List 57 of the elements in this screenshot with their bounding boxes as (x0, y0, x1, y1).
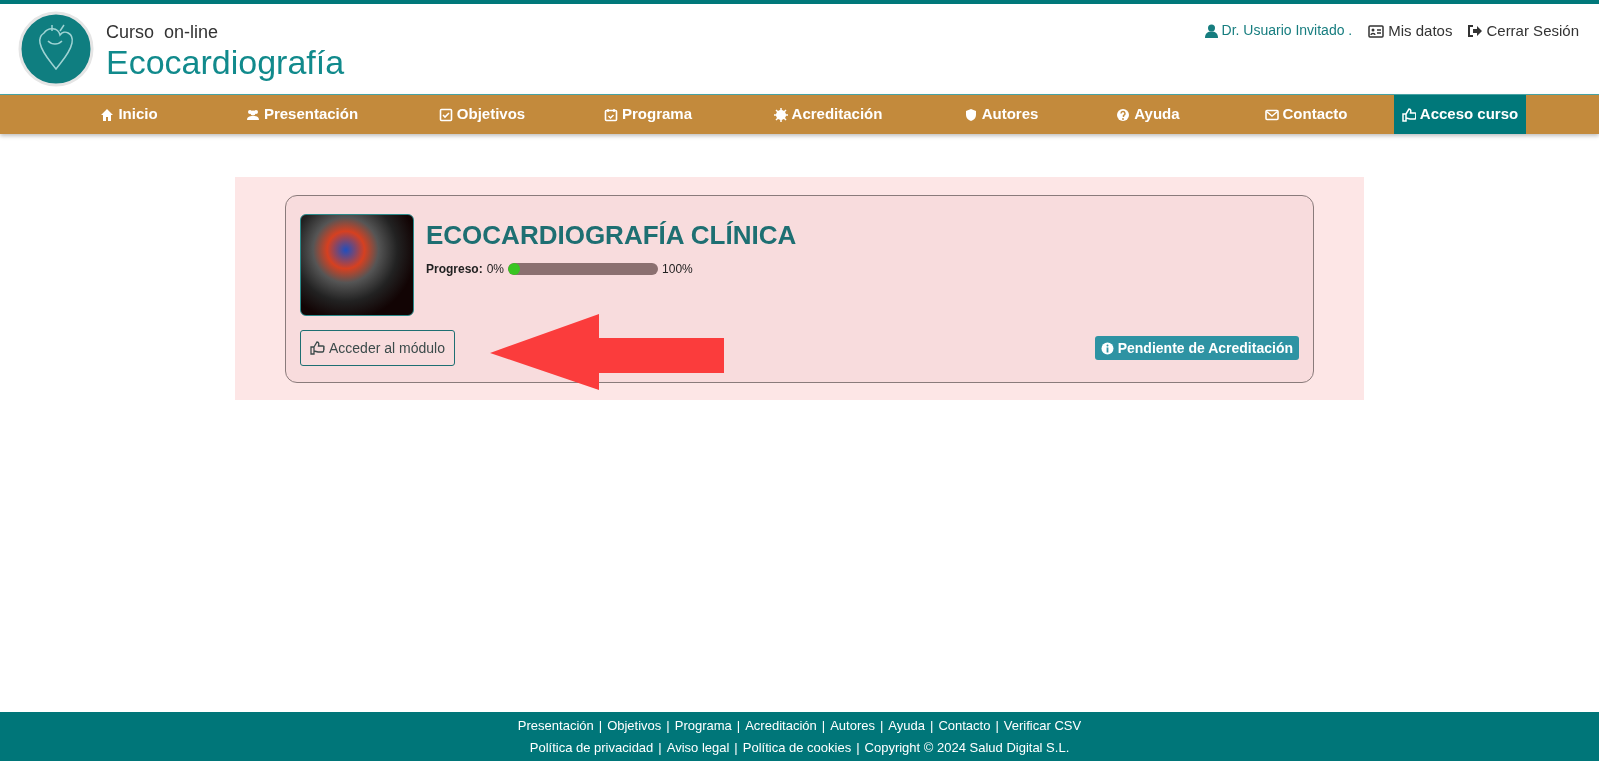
separator: | (658, 741, 662, 754)
user-icon (1204, 23, 1218, 38)
nav-tab[interactable]: Acreditación (732, 95, 924, 134)
course-title: Ecocardiografía (106, 45, 345, 79)
status-badge: Pendiente de Acreditación (1094, 336, 1299, 360)
users-icon (245, 107, 260, 122)
footer-link[interactable]: Política de privacidad (529, 741, 654, 754)
checkbox-icon (438, 107, 453, 122)
nav-tab[interactable]: Contacto (1218, 95, 1394, 134)
separator: | (821, 719, 826, 732)
user-name: Dr. Usuario Invitado . (1221, 21, 1353, 40)
nav-tab[interactable]: Objetivos (400, 95, 564, 134)
separator: | (734, 741, 738, 754)
nav-tab[interactable]: Ayuda (1078, 95, 1218, 134)
footer-link[interactable]: Verificar CSV (1003, 719, 1082, 732)
nav-tab[interactable]: Autores (924, 95, 1078, 134)
my-data-link[interactable]: Mis datos (1368, 20, 1453, 43)
course-subtitle: Curso on-line (106, 23, 220, 41)
nav-tab[interactable]: Inicio (54, 95, 204, 134)
thumbs-up-icon (1401, 107, 1416, 122)
footer-link[interactable]: Aviso legal (666, 741, 730, 754)
heart-logo-icon (18, 11, 94, 87)
badge-icon (773, 107, 788, 122)
progress-min: 0% (486, 261, 505, 278)
separator: | (856, 741, 860, 754)
footer-link[interactable]: Contacto (938, 719, 991, 732)
separator: | (736, 719, 741, 732)
shield-icon (963, 107, 978, 122)
footer-link[interactable]: Objetivos (607, 719, 662, 732)
progress-max: 100% (662, 261, 693, 278)
footer-link[interactable]: Acreditación (745, 719, 817, 732)
separator: | (598, 719, 603, 732)
info-icon (1100, 341, 1114, 355)
thumbs-up-icon (310, 341, 325, 355)
calendar-check-icon (604, 107, 618, 122)
logout-link[interactable]: Cerrar Sesión (1468, 20, 1579, 43)
nav-tab[interactable]: Programa (564, 95, 732, 134)
footer-link[interactable]: Ayuda (888, 719, 925, 732)
separator: | (666, 719, 670, 732)
nav-tab[interactable]: Acceso curso (1394, 95, 1526, 134)
footer-link[interactable]: Presentación (517, 719, 594, 732)
separator: | (879, 719, 884, 732)
footer-link[interactable]: Programa (674, 719, 732, 732)
footer-link[interactable]: Copyright © 2024 Salud Digital S.L. (864, 741, 1070, 754)
sign-out-icon (1468, 25, 1483, 38)
progress-label: Progreso: (426, 261, 483, 278)
id-card-icon (1368, 24, 1385, 38)
footer-link[interactable]: Autores (830, 719, 875, 732)
question-icon (1116, 107, 1131, 122)
separator: | (995, 719, 999, 732)
footer-link[interactable]: Política de cookies (742, 741, 852, 754)
envelope-icon (1264, 107, 1279, 122)
nav-tab[interactable]: Presentación (204, 95, 400, 134)
course-title: ECOCARDIOGRAFÍA CLÍNICA (426, 219, 797, 252)
home-icon (100, 107, 115, 122)
access-module-button[interactable]: Acceder al módulo (300, 330, 455, 366)
separator: | (930, 719, 934, 732)
